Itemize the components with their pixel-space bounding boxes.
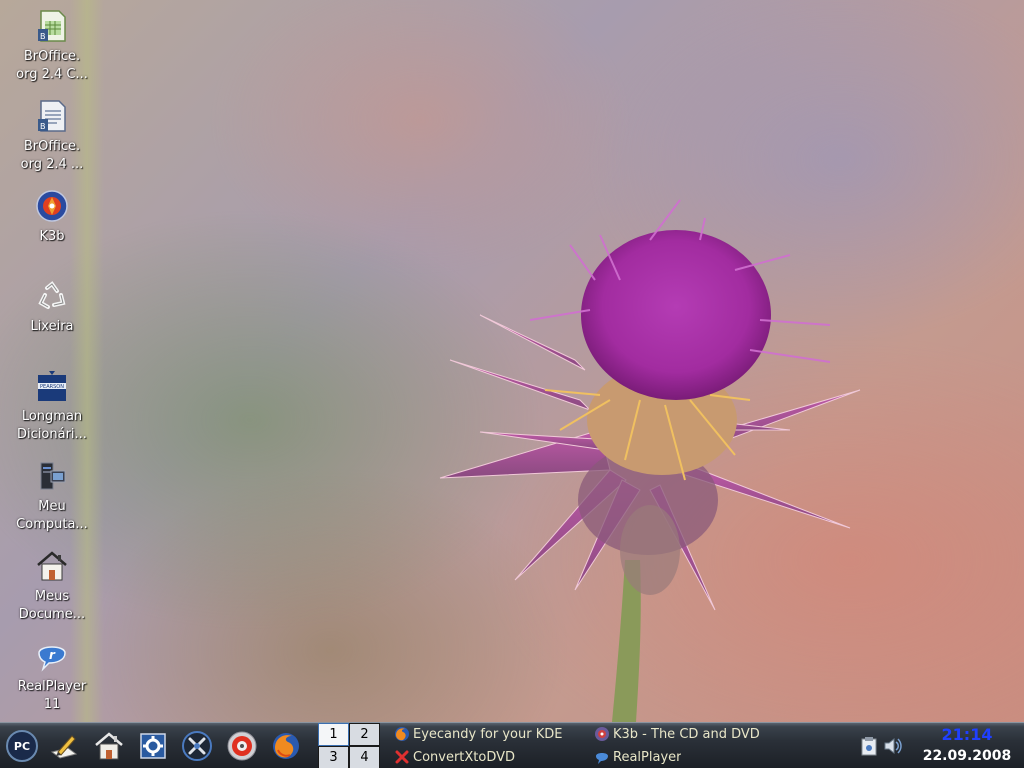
tools-icon	[182, 731, 212, 761]
desktop-icon-meu-computador[interactable]: Meu Computa...	[4, 458, 100, 534]
longman-logo-text: PEARSON	[40, 384, 64, 390]
tools-launcher[interactable]	[179, 728, 215, 764]
desktop-icon-realplayer[interactable]: r RealPlayer 11	[4, 638, 100, 714]
home-icon	[95, 732, 123, 760]
task-realplayer[interactable]: RealPlayer	[594, 746, 784, 768]
desktop-icon-area: B BrOffice. org 2.4 C... B BrOffice. org…	[0, 0, 106, 722]
control-center-launcher[interactable]	[135, 728, 171, 764]
volume-icon[interactable]	[883, 735, 903, 757]
task-label: Eyecandy for your KDE	[413, 726, 563, 742]
clock[interactable]: 21:14 22.09.2008	[912, 725, 1022, 767]
longman-dictionary-icon: PEARSON	[34, 368, 70, 404]
task-label: RealPlayer	[613, 749, 682, 765]
k3b-icon	[595, 727, 609, 741]
desktop-2-button[interactable]: 2	[349, 723, 380, 746]
svg-text:B: B	[40, 122, 46, 131]
desktop-icon-meus-documentos[interactable]: Meus Docume...	[4, 548, 100, 624]
task-label: ConvertXtoDVD	[413, 749, 516, 765]
desktop-4-button[interactable]: 4	[349, 746, 380, 768]
k3b-icon	[227, 731, 257, 761]
computer-icon	[34, 458, 70, 494]
desktop-icon-k3b[interactable]: K3b	[4, 188, 100, 246]
clock-time: 21:14	[941, 725, 993, 744]
desktop-icon-lixeira[interactable]: Lixeira	[4, 278, 100, 336]
virtual-desktop-pager: 1 2 3 4	[318, 723, 380, 768]
taskbar: PC 1 2 3 4 Eyecandy for your KDE K3b - T…	[0, 722, 1024, 768]
pc-menu-icon: PC	[6, 730, 38, 762]
klipper-icon[interactable]	[859, 735, 879, 757]
home-folder-launcher[interactable]	[91, 728, 127, 764]
desktop-icon-label: RealPlayer 11	[17, 679, 87, 712]
desktop-icon-broffice-writer[interactable]: B BrOffice. org 2.4 ...	[4, 98, 100, 174]
text-editor-launcher[interactable]	[46, 728, 82, 764]
desktop-icon-longman[interactable]: PEARSON Longman Dicionári...	[4, 368, 100, 444]
firefox-icon	[273, 733, 299, 759]
svg-text:B: B	[40, 32, 46, 41]
trash-icon	[34, 278, 70, 314]
firefox-launcher[interactable]	[268, 728, 304, 764]
k3b-icon	[34, 188, 70, 224]
desktop-icon-label: K3b	[39, 229, 65, 244]
realplayer-icon: r	[34, 638, 70, 674]
desktop-icon-label: BrOffice. org 2.4 C...	[16, 49, 88, 82]
desktop-icon-label: Meu Computa...	[16, 499, 88, 532]
svg-text:PC: PC	[14, 740, 30, 753]
desktop-icon-broffice-calc[interactable]: B BrOffice. org 2.4 C...	[4, 8, 100, 84]
desktop-icon-label: Meus Docume...	[18, 589, 86, 622]
desktop-icon-label: Longman Dicionári...	[17, 409, 87, 442]
task-label: K3b - The CD and DVD	[613, 726, 760, 742]
task-convertxtodvd[interactable]: ConvertXtoDVD	[394, 746, 584, 768]
desktop-icon-label: Lixeira	[30, 319, 74, 334]
desktop-icon-label: BrOffice. org 2.4 ...	[20, 139, 84, 172]
convertx-icon	[395, 750, 409, 764]
task-eyecandy[interactable]: Eyecandy for your KDE	[394, 723, 584, 745]
pencil-note-icon	[50, 735, 78, 759]
clock-date: 22.09.2008	[922, 748, 1012, 764]
task-k3b[interactable]: K3b - The CD and DVD	[594, 723, 784, 745]
wallpaper-thistle-flower	[439, 199, 861, 722]
k3b-launcher[interactable]	[224, 728, 260, 764]
firefox-icon	[395, 727, 409, 741]
pc-menu-button[interactable]: PC	[4, 728, 40, 764]
settings-icon	[140, 733, 166, 759]
document-icon: B	[34, 98, 70, 134]
spreadsheet-icon: B	[34, 8, 70, 44]
home-icon	[34, 548, 70, 584]
desktop-3-button[interactable]: 3	[318, 746, 349, 768]
realplayer-icon	[596, 753, 608, 764]
desktop-1-button[interactable]: 1	[318, 723, 349, 746]
